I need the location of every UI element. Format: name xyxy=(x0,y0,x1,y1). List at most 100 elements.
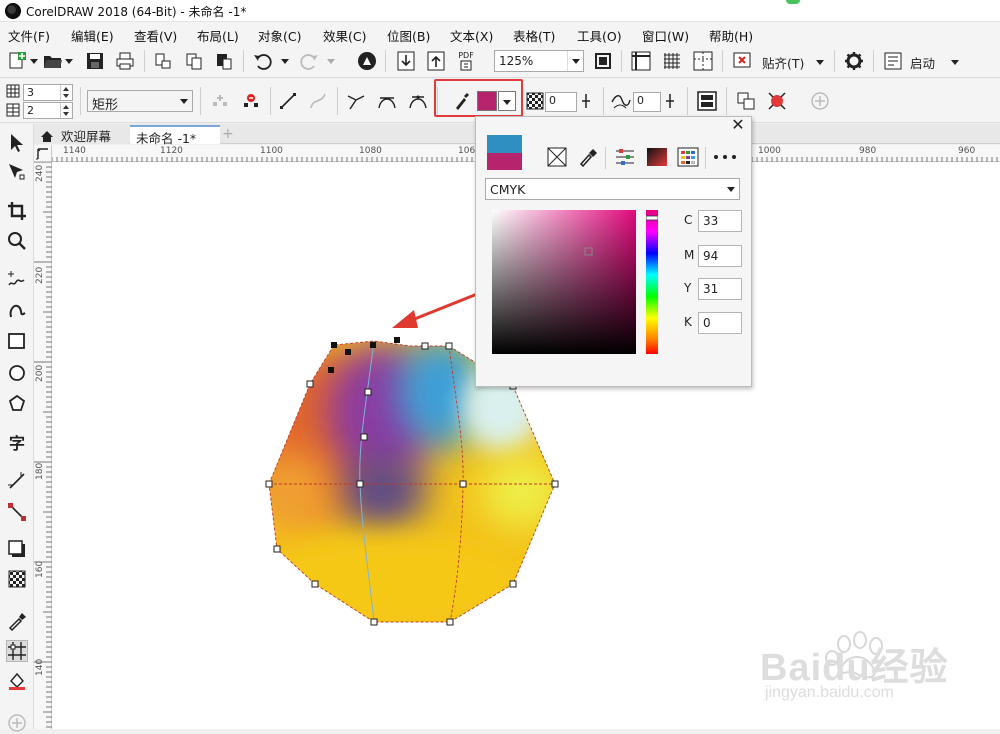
more-options-icon[interactable] xyxy=(712,146,738,168)
tab-document[interactable]: 未命名 -1* xyxy=(130,125,220,146)
menu-bitmaps[interactable]: 位图(B) xyxy=(387,26,430,45)
copy-icon[interactable] xyxy=(183,50,205,72)
tab-welcome-screen[interactable]: 欢迎屏幕 xyxy=(34,125,129,144)
save-icon[interactable] xyxy=(84,50,106,72)
connector-tool-icon[interactable] xyxy=(6,501,28,523)
menu-edit[interactable]: 编辑(E) xyxy=(71,26,114,45)
mesh-columns-spinner[interactable]: 3 xyxy=(23,84,73,101)
show-grid-icon[interactable] xyxy=(661,50,683,72)
launch-dropdown-arrow[interactable] xyxy=(950,57,960,67)
yellow-input[interactable]: 31 xyxy=(698,278,742,300)
zoom-tool-icon[interactable] xyxy=(6,230,28,252)
eyedropper-pen-icon[interactable] xyxy=(450,90,472,112)
color-eyedropper-icon[interactable] xyxy=(577,146,599,168)
color-model-arrow[interactable] xyxy=(723,179,739,199)
snap-off-icon[interactable] xyxy=(732,50,754,72)
new-document-icon[interactable] xyxy=(6,50,28,72)
undo-dropdown-arrow[interactable] xyxy=(280,56,290,66)
mesh-rows-spinner[interactable]: 2 xyxy=(23,102,73,119)
artistic-media-tool-icon[interactable] xyxy=(6,298,28,320)
rectangle-tool-icon[interactable] xyxy=(6,330,28,352)
launch-icon[interactable] xyxy=(882,50,904,72)
color-saturation-area[interactable] xyxy=(492,210,636,354)
ellipse-tool-icon[interactable] xyxy=(6,362,28,384)
show-guidelines-icon[interactable] xyxy=(692,50,714,72)
add-toolbar-item-icon[interactable] xyxy=(809,90,831,112)
drop-shadow-tool-icon[interactable] xyxy=(6,538,28,560)
menu-object[interactable]: 对象(C) xyxy=(258,26,301,45)
color-palettes-icon[interactable] xyxy=(677,146,699,168)
transparency-tool-icon[interactable] xyxy=(6,568,28,590)
export-up-icon[interactable] xyxy=(425,50,447,72)
undo-icon[interactable] xyxy=(252,50,274,72)
smart-fill-tool-icon[interactable] xyxy=(6,670,28,692)
launch-label[interactable]: 启动 xyxy=(910,53,935,72)
open-folder-icon[interactable] xyxy=(42,50,64,72)
menu-window[interactable]: 窗口(W) xyxy=(642,26,689,45)
vertical-ruler[interactable]: 240 220 200 180 160 140 xyxy=(34,162,52,729)
symmetric-node-icon[interactable] xyxy=(407,90,429,112)
menu-view[interactable]: 查看(V) xyxy=(134,26,177,45)
redo-icon[interactable] xyxy=(298,50,320,72)
paste-icon[interactable] xyxy=(213,50,235,72)
color-viewer-icon[interactable] xyxy=(646,146,668,168)
crop-tool-icon[interactable] xyxy=(6,200,28,222)
add-tab-icon[interactable]: + xyxy=(222,127,237,141)
menu-table[interactable]: 表格(T) xyxy=(513,26,555,45)
new-dropdown-arrow[interactable] xyxy=(29,56,39,66)
menu-effects[interactable]: 效果(C) xyxy=(323,26,366,45)
ruler-origin[interactable] xyxy=(34,145,52,162)
menu-file[interactable]: 文件(F) xyxy=(8,26,50,45)
show-rulers-icon[interactable] xyxy=(630,50,652,72)
curve-smoothness-icon[interactable] xyxy=(610,90,632,112)
print-icon[interactable] xyxy=(114,50,136,72)
selection-mode-combo[interactable]: 矩形 xyxy=(87,90,193,113)
node-color-swatch[interactable] xyxy=(477,91,497,111)
zoom-dropdown-arrow[interactable] xyxy=(567,51,583,71)
magenta-input[interactable]: 94 xyxy=(698,245,742,267)
black-input[interactable]: 0 xyxy=(698,312,742,334)
import-icon[interactable] xyxy=(152,50,174,72)
menu-tools[interactable]: 工具(O) xyxy=(577,26,622,45)
open-dropdown-arrow[interactable] xyxy=(64,56,74,66)
polygon-tool-icon[interactable] xyxy=(6,393,28,415)
color-model-combo[interactable]: CMYK xyxy=(485,178,740,200)
pick-tool-icon[interactable] xyxy=(6,132,28,154)
pdf-export-icon[interactable]: PDF xyxy=(455,50,477,72)
freehand-tool-icon[interactable] xyxy=(6,268,28,290)
snap-to-label[interactable]: 贴齐(T) xyxy=(762,53,804,72)
shape-tool-icon[interactable] xyxy=(6,161,28,183)
redo-dropdown-arrow[interactable] xyxy=(326,56,336,66)
menu-help[interactable]: 帮助(H) xyxy=(709,26,753,45)
zoom-level-combo[interactable]: 125% xyxy=(494,50,584,72)
delete-node-icon[interactable] xyxy=(240,90,262,112)
add-tool-icon[interactable] xyxy=(6,712,28,734)
transparency-slider-icon[interactable] xyxy=(577,90,595,112)
add-node-icon[interactable] xyxy=(209,90,231,112)
eyedropper-tool-icon[interactable] xyxy=(6,610,28,632)
smoothness-slider-icon[interactable] xyxy=(661,90,679,112)
no-color-icon[interactable] xyxy=(546,146,568,168)
color-sliders-icon[interactable] xyxy=(614,146,636,168)
smooth-node-icon[interactable] xyxy=(376,90,398,112)
cyan-input[interactable]: 33 xyxy=(698,210,742,232)
menu-layout[interactable]: 布局(L) xyxy=(197,26,239,45)
hue-slider[interactable] xyxy=(645,210,659,354)
node-color-dropdown[interactable] xyxy=(498,91,516,111)
import-down-icon[interactable] xyxy=(395,50,417,72)
close-icon[interactable]: ✕ xyxy=(730,117,746,133)
snap-dropdown-arrow[interactable] xyxy=(815,57,825,67)
convert-to-line-icon[interactable] xyxy=(277,90,299,112)
copy-mesh-properties-icon[interactable] xyxy=(735,90,757,112)
sample-color-icon[interactable] xyxy=(766,90,788,112)
mesh-fill-tool-icon[interactable] xyxy=(6,640,28,662)
full-screen-icon[interactable] xyxy=(592,50,614,72)
convert-to-curve-icon[interactable] xyxy=(307,90,329,112)
transparency-spinner[interactable]: 0 xyxy=(545,92,577,112)
parallel-dimension-tool-icon[interactable] xyxy=(6,470,28,492)
selection-mode-arrow[interactable] xyxy=(176,91,192,111)
cusp-node-icon[interactable] xyxy=(345,90,367,112)
transparency-checker-icon[interactable] xyxy=(524,90,546,112)
menu-text[interactable]: 文本(X) xyxy=(450,26,493,45)
clear-mesh-icon[interactable] xyxy=(696,90,718,112)
